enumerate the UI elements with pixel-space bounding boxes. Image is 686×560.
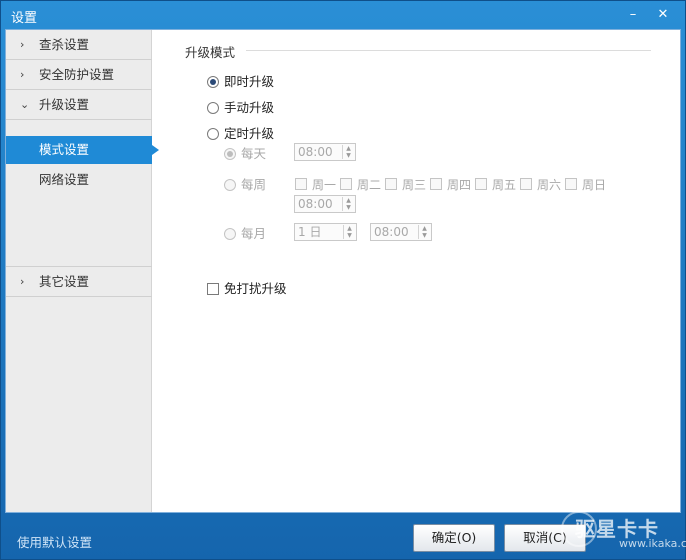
chevron-right-icon: › [20, 38, 25, 51]
settings-window: 设置 – ✕ › 查杀设置 › 安全防护设置 ⌄ 升级设置 模式设置 网络设置 [0, 0, 686, 560]
radio-indicator [224, 179, 236, 191]
sidebar-item-other-settings[interactable]: › 其它设置 [6, 267, 152, 297]
ok-button[interactable]: 确定(O) [413, 524, 495, 552]
chevron-right-icon: › [20, 275, 25, 288]
spinner-arrows: ▲ ▼ [342, 197, 354, 211]
checkbox-label: 周六 [537, 178, 562, 192]
checkbox-label: 周三 [402, 178, 427, 192]
reset-defaults-link[interactable]: 使用默认设置 [17, 532, 92, 551]
sidebar-subitem-network-settings[interactable]: 网络设置 [6, 166, 152, 194]
spinner-value: 08:00 [298, 197, 333, 211]
spinner-arrows: ▲ ▼ [418, 225, 430, 239]
daily-time-spinner[interactable]: 08:00 ▲ ▼ [294, 143, 356, 161]
section-title: 升级模式 [185, 45, 236, 60]
spinner-arrows: ▲ ▼ [343, 225, 355, 239]
chevron-right-icon: › [20, 68, 25, 81]
sidebar-item-label: 查杀设置 [39, 37, 90, 52]
spinner-value: 08:00 [374, 225, 409, 239]
arrow-up-icon[interactable]: ▲ [344, 225, 355, 232]
watermark: 驱星卡卡 www.ikaka.com [561, 509, 686, 560]
sidebar-item-label: 其它设置 [39, 274, 90, 289]
arrow-down-icon[interactable]: ▼ [343, 152, 354, 159]
sidebar-item-label: 安全防护设置 [39, 67, 115, 82]
checkbox-indicator [430, 178, 442, 190]
sidebar-item-label: 升级设置 [39, 97, 90, 112]
content-panel: 升级模式 即时升级 手动升级 定时升级 每天 08:00 ▲ ▼ 每周 周一 周… [153, 30, 680, 512]
checkbox-label: 免打扰升级 [224, 281, 287, 296]
checkbox-indicator [340, 178, 352, 190]
sidebar-item-scan-settings[interactable]: › 查杀设置 [6, 30, 152, 60]
checkbox-indicator [207, 283, 219, 295]
radio-indicator [224, 148, 236, 160]
checkbox-label: 周四 [447, 178, 472, 192]
radio-label: 每天 [241, 146, 267, 161]
sidebar: › 查杀设置 › 安全防护设置 ⌄ 升级设置 模式设置 网络设置 › 其它设置 [6, 30, 159, 512]
sidebar-subitem-label: 网络设置 [39, 172, 90, 187]
section-divider [246, 50, 651, 51]
spinner-value: 1 日 [298, 225, 322, 239]
client-area: › 查杀设置 › 安全防护设置 ⌄ 升级设置 模式设置 网络设置 › 其它设置 [5, 29, 681, 513]
arrow-up-icon[interactable]: ▲ [343, 197, 354, 204]
minimize-button[interactable]: – [623, 5, 643, 25]
arrow-up-icon[interactable]: ▲ [343, 145, 354, 152]
weekly-time-spinner[interactable]: 08:00 ▲ ▼ [294, 195, 356, 213]
sidebar-subitem-label: 模式设置 [39, 142, 90, 157]
watermark-url: www.ikaka.com [619, 537, 686, 550]
arrow-up-icon[interactable]: ▲ [419, 225, 430, 232]
radio-indicator [207, 128, 219, 140]
checkbox-label: 周日 [582, 178, 607, 192]
checkbox-label: 周二 [357, 178, 382, 192]
checkbox-indicator [520, 178, 532, 190]
title-bar: 设置 – ✕ [1, 1, 685, 29]
radio-indicator [207, 102, 219, 114]
checkbox-label: 周一 [312, 178, 337, 192]
monthly-time-spinner[interactable]: 08:00 ▲ ▼ [370, 223, 432, 241]
monthly-day-spinner[interactable]: 1 日 ▲ ▼ [294, 223, 357, 241]
arrow-down-icon[interactable]: ▼ [344, 232, 355, 239]
radio-label: 每月 [241, 226, 267, 241]
arrow-down-icon[interactable]: ▼ [419, 232, 430, 239]
checkbox-indicator [475, 178, 487, 190]
sidebar-item-protection-settings[interactable]: › 安全防护设置 [6, 60, 152, 90]
sidebar-item-upgrade-settings[interactable]: ⌄ 升级设置 [6, 90, 152, 120]
checkbox-indicator [385, 178, 397, 190]
radio-label: 每周 [241, 177, 267, 192]
radio-label: 手动升级 [224, 100, 275, 115]
checkbox-indicator [565, 178, 577, 190]
radio-label: 定时升级 [224, 126, 275, 141]
radio-label: 即时升级 [224, 74, 275, 89]
spinner-value: 08:00 [298, 145, 333, 159]
window-title: 设置 [11, 11, 38, 26]
radio-indicator [207, 76, 219, 88]
chevron-down-icon: ⌄ [20, 98, 30, 111]
checkbox-label: 周五 [492, 178, 517, 192]
checkbox-indicator [295, 178, 307, 190]
sidebar-subitem-mode-settings[interactable]: 模式设置 [6, 136, 159, 164]
close-button[interactable]: ✕ [653, 5, 673, 25]
arrow-down-icon[interactable]: ▼ [343, 204, 354, 211]
radio-indicator [224, 228, 236, 240]
spinner-arrows: ▲ ▼ [342, 145, 354, 159]
